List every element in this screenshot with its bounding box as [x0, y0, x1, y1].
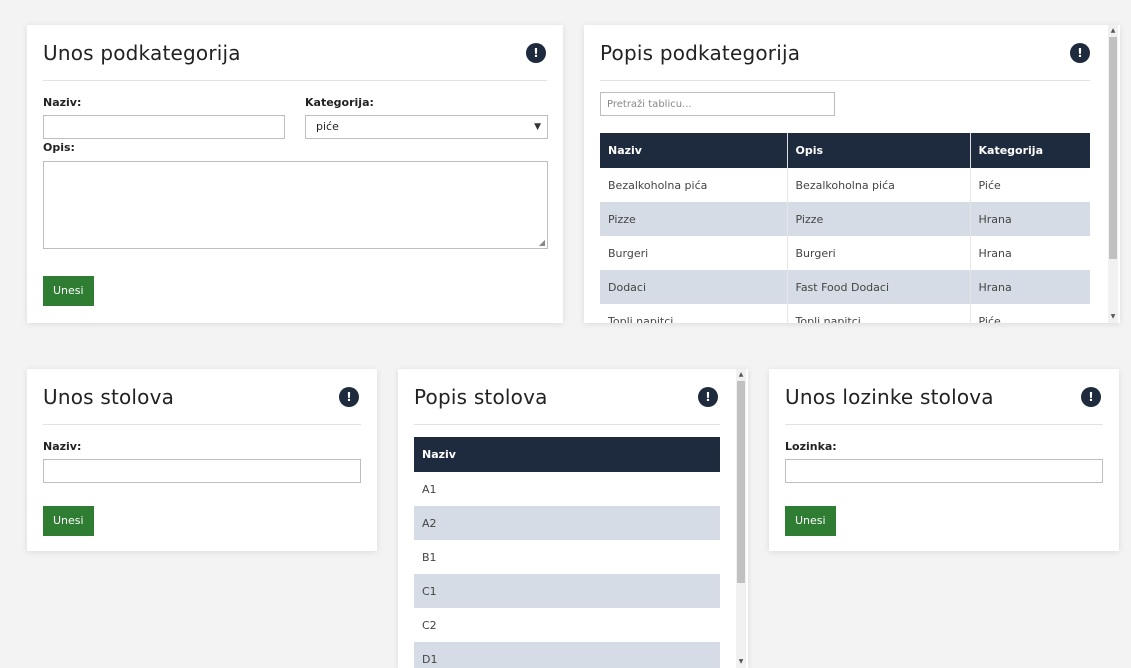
info-icon[interactable]: ! [1070, 43, 1090, 63]
scroll-up-icon[interactable]: ▲ [736, 371, 746, 379]
table-list-title: Popis stolova [414, 385, 548, 409]
column-header-description[interactable]: Opis [787, 133, 971, 168]
info-icon[interactable]: ! [1081, 387, 1101, 407]
table-row[interactable]: Dodaci Fast Food Dodaci Hrana [600, 270, 1090, 304]
table-row[interactable]: D1 [414, 642, 720, 668]
column-header-category[interactable]: Kategorija [970, 133, 1090, 168]
cell-description: Topli napitci [787, 304, 971, 323]
title-divider [43, 424, 361, 425]
title-divider [414, 424, 720, 425]
info-icon[interactable]: ! [526, 43, 546, 63]
cell-category: Piće [970, 168, 1090, 202]
submit-subcategory-button[interactable]: Unesi [43, 276, 94, 306]
subcategory-list-title: Popis podkategorija [600, 41, 801, 65]
cell-name: Burgeri [600, 236, 788, 270]
cell-name: A1 [414, 472, 720, 506]
table-row[interactable]: Topli napitci Topli napitci Piće [600, 304, 1090, 323]
description-label: Opis: [43, 141, 75, 154]
password-form-card: Unos lozinke stolova ! Lozinka: Unesi [769, 369, 1119, 551]
table-header-row: Naziv Opis Kategorija [600, 133, 1090, 168]
cell-name: C2 [414, 608, 720, 642]
name-label: Naziv: [43, 96, 82, 109]
title-divider [785, 424, 1103, 425]
submit-password-button[interactable]: Unesi [785, 506, 836, 536]
cell-description: Fast Food Dodaci [787, 270, 971, 304]
subcategory-form-card: Unos podkategorija ! Naziv: Kategorija: … [27, 25, 563, 323]
scroll-down-icon[interactable]: ▼ [736, 658, 746, 666]
cell-name: Pizze [600, 202, 788, 236]
subcategory-name-input[interactable] [43, 115, 285, 139]
category-selected-value: piće [316, 120, 339, 133]
cell-name: A2 [414, 506, 720, 540]
info-icon[interactable]: ! [339, 387, 359, 407]
table-password-input[interactable] [785, 459, 1103, 483]
cell-name: B1 [414, 540, 720, 574]
tables-table: Naziv A1 A2 B1 C1 C2 D1 [414, 437, 720, 668]
scroll-up-icon[interactable]: ▲ [1108, 27, 1118, 35]
cell-category: Hrana [970, 270, 1090, 304]
submit-table-button[interactable]: Unesi [43, 506, 94, 536]
cell-category: Hrana [970, 202, 1090, 236]
column-header-name[interactable]: Naziv [600, 133, 788, 168]
table-row[interactable]: C2 [414, 608, 720, 642]
table-name-input[interactable] [43, 459, 361, 483]
table-form-title: Unos stolova [43, 385, 175, 409]
name-label: Naziv: [43, 440, 82, 453]
cell-name: Topli napitci [600, 304, 788, 323]
cell-name: Dodaci [600, 270, 788, 304]
subcategory-list-card: Popis podkategorija ! Naziv Opis Kategor… [584, 25, 1120, 323]
info-icon[interactable]: ! [698, 387, 718, 407]
category-select[interactable]: piće ▼ [305, 115, 548, 139]
password-label: Lozinka: [785, 440, 837, 453]
cell-name: D1 [414, 642, 720, 668]
category-label: Kategorija: [305, 96, 374, 109]
table-row[interactable]: A2 [414, 506, 720, 540]
cell-description: Pizze [787, 202, 971, 236]
table-row[interactable]: B1 [414, 540, 720, 574]
subcategory-list-scrollbar[interactable]: ▲ ▼ [1108, 25, 1118, 323]
chevron-down-icon: ▼ [534, 122, 541, 132]
table-row[interactable]: C1 [414, 574, 720, 608]
title-divider [43, 80, 547, 81]
table-list-scrollbar[interactable]: ▲ ▼ [736, 369, 746, 668]
subcategory-form-title: Unos podkategorija [43, 41, 241, 65]
scrollbar-thumb[interactable] [737, 381, 745, 583]
table-row[interactable]: Pizze Pizze Hrana [600, 202, 1090, 236]
table-row[interactable]: A1 [414, 472, 720, 506]
table-header-row: Naziv [414, 437, 720, 472]
cell-description: Bezalkoholna pića [787, 168, 971, 202]
cell-category: Hrana [970, 236, 1090, 270]
cell-category: Piće [970, 304, 1090, 323]
column-header-name[interactable]: Naziv [414, 437, 720, 472]
cell-description: Burgeri [787, 236, 971, 270]
subcategory-table: Naziv Opis Kategorija Bezalkoholna pića … [600, 133, 1090, 323]
table-row[interactable]: Bezalkoholna pića Bezalkoholna pića Piće [600, 168, 1090, 202]
password-form-title: Unos lozinke stolova [785, 385, 994, 409]
cell-name: Bezalkoholna pića [600, 168, 788, 202]
table-row[interactable]: Burgeri Burgeri Hrana [600, 236, 1090, 270]
resize-handle-icon[interactable]: ◢ [539, 239, 545, 247]
title-divider [600, 80, 1090, 81]
scrollbar-thumb[interactable] [1109, 37, 1117, 259]
table-search-input[interactable] [600, 92, 835, 116]
scroll-down-icon[interactable]: ▼ [1108, 313, 1118, 321]
table-form-card: Unos stolova ! Naziv: Unesi [27, 369, 377, 551]
cell-name: C1 [414, 574, 720, 608]
table-list-card: Popis stolova ! Naziv A1 A2 B1 C1 C2 D1 … [398, 369, 748, 668]
description-textarea[interactable]: ◢ [43, 161, 548, 249]
